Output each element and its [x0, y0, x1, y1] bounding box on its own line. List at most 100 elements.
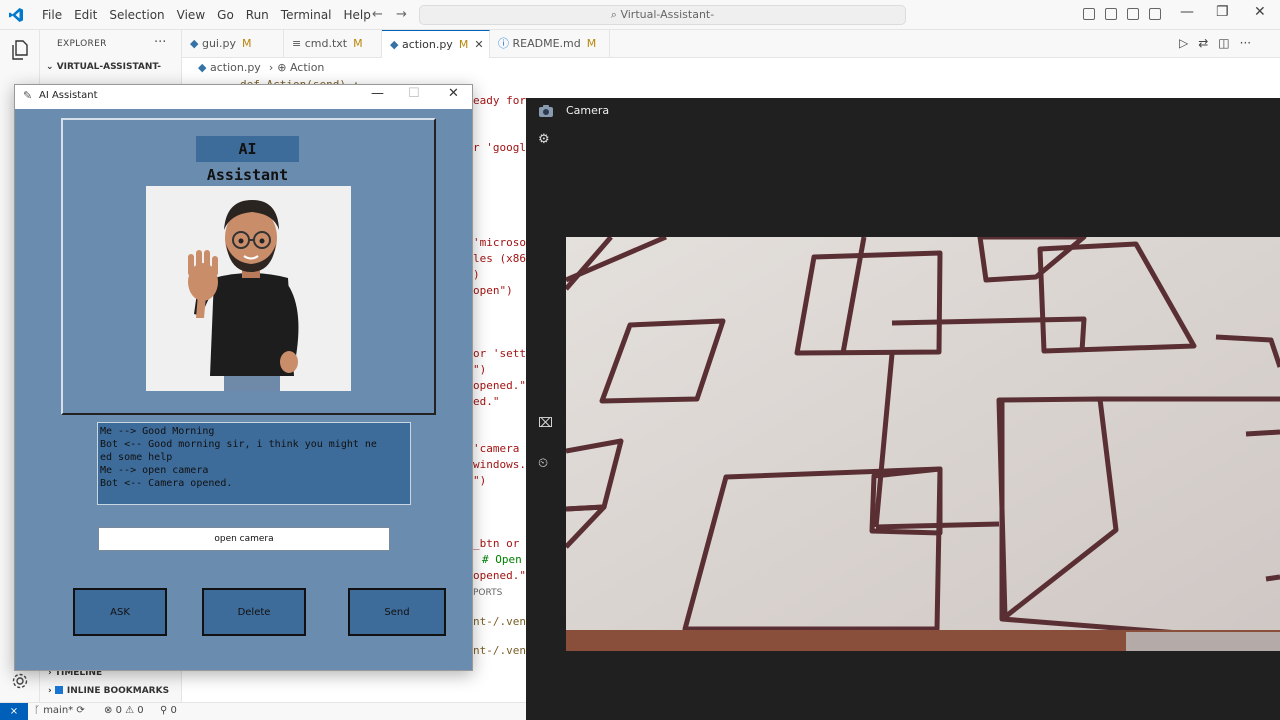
tab-gui-py[interactable]: ◆ gui.py M	[182, 30, 284, 58]
bookmarks-section[interactable]: › INLINE BOOKMARKS	[48, 686, 169, 696]
menu-help[interactable]: Help	[338, 8, 377, 22]
vscode-titlebar: File Edit Selection View Go Run Terminal…	[0, 0, 1280, 30]
breadcrumb-separator: ›	[268, 61, 274, 74]
chat-line-bot-wrap: ed some help	[100, 452, 173, 463]
breadcrumb: ◆ action.py › ⊕ Action	[182, 58, 324, 78]
layout-controls	[1083, 8, 1161, 20]
tab-readme-md[interactable]: ⓘ README.md M	[490, 30, 610, 58]
git-branch[interactable]: ᚴ main* ⟳	[34, 705, 85, 716]
compare-changes-icon[interactable]: ⇄	[1198, 36, 1208, 50]
minimize-icon[interactable]: —	[371, 86, 384, 101]
toggle-secondary-sidebar-icon[interactable]	[1127, 8, 1139, 20]
maximize-icon[interactable]: ☐	[408, 86, 420, 101]
assistant-avatar	[146, 186, 351, 391]
menu-go[interactable]: Go	[211, 8, 240, 22]
command-input[interactable]	[98, 527, 390, 551]
search-icon: ⌕	[610, 8, 621, 21]
ports-count: 0	[170, 705, 177, 716]
symbol-method-icon: ⊕	[277, 61, 290, 74]
ask-button[interactable]: ASK	[73, 588, 167, 636]
waving-avatar-image	[146, 186, 351, 391]
more-actions-icon[interactable]: ···	[154, 35, 166, 50]
menu-selection[interactable]: Selection	[103, 8, 170, 22]
code-line: eady for	[473, 94, 526, 107]
breadcrumb-file[interactable]: action.py	[210, 61, 261, 74]
modified-badge: M	[458, 38, 469, 51]
warning-count: 0	[137, 705, 144, 716]
menu-terminal[interactable]: Terminal	[275, 8, 338, 22]
modified-badge: M	[586, 37, 597, 50]
chevron-down-icon: ⌄	[46, 62, 57, 72]
warning-icon: ⚠	[125, 705, 138, 716]
chat-log[interactable]: Me --> Good Morning Bot <-- Good morning …	[97, 422, 411, 505]
close-tab-icon[interactable]: ✕	[474, 38, 483, 51]
minimize-icon[interactable]: —	[1180, 4, 1194, 20]
branch-icon: ᚴ	[34, 705, 44, 716]
ports-indicator[interactable]: ⚲ 0	[160, 705, 177, 716]
info-file-icon: ⓘ	[498, 37, 513, 50]
branch-name: main*	[43, 705, 74, 716]
ai-assistant-window: ✎ AI Assistant — ☐ ✕ AI Assistant Me -->…	[14, 84, 473, 671]
menu-view[interactable]: View	[171, 8, 211, 22]
delete-button[interactable]: Delete	[202, 588, 306, 636]
settings-gear-icon[interactable]: ⚙	[538, 132, 550, 147]
back-arrow-icon[interactable]: ←	[372, 7, 383, 22]
terminal-line: nt-/.venv	[473, 615, 533, 628]
customize-layout-icon[interactable]	[1149, 8, 1161, 20]
code-line: open")	[473, 284, 513, 297]
menu-file[interactable]: File	[36, 8, 68, 22]
more-actions-icon[interactable]: ···	[1240, 36, 1251, 50]
project-folder-label: VIRTUAL-ASSISTANT-	[56, 62, 161, 72]
problems-indicator[interactable]: ⊗ 0 ⚠ 0	[104, 705, 144, 716]
code-line: 'microsof	[473, 236, 533, 249]
bookmark-icon	[54, 686, 63, 694]
timer-off-icon[interactable]: ⏲	[538, 456, 548, 471]
feather-icon: ✎	[23, 89, 33, 102]
tab-action-py[interactable]: ◆ action.py M ✕	[382, 30, 490, 58]
error-count: 0	[115, 705, 122, 716]
code-line: les (x86)	[473, 252, 533, 265]
toggle-panel-icon[interactable]	[1105, 8, 1117, 20]
editor-actions: ▷ ⇄ ◫ ···	[1179, 36, 1251, 50]
forward-arrow-icon[interactable]: →	[396, 7, 407, 22]
menu-edit[interactable]: Edit	[68, 8, 103, 22]
panel-tab-ports[interactable]: PORTS	[473, 588, 502, 598]
code-line: ed."	[473, 395, 500, 408]
split-editor-icon[interactable]: ◫	[1218, 36, 1229, 50]
code-line: r 'google	[473, 141, 533, 154]
menu-run[interactable]: Run	[240, 8, 275, 22]
vscode-logo-icon	[9, 8, 23, 22]
run-play-icon[interactable]: ▷	[1179, 36, 1188, 50]
tab-label: action.py	[401, 38, 453, 51]
code-line: opened.")	[473, 569, 533, 582]
code-line: ")	[473, 474, 487, 487]
tab-label: README.md	[512, 37, 581, 50]
project-folder[interactable]: ⌄ VIRTUAL-ASSISTANT-	[46, 62, 161, 72]
restore-icon[interactable]: ❐	[1216, 4, 1229, 20]
send-button[interactable]: Send	[348, 588, 446, 636]
settings-gear-icon[interactable]	[11, 672, 29, 690]
modified-badge: M	[353, 37, 363, 50]
sync-icon[interactable]: ⟳	[76, 705, 84, 716]
explorer-files-icon[interactable]	[11, 40, 29, 60]
chevron-right-icon: ›	[48, 686, 55, 696]
camera-preview	[566, 237, 1280, 651]
breadcrumb-symbol[interactable]: Action	[290, 61, 324, 74]
tab-cmd-txt[interactable]: ≡ cmd.txt M	[284, 30, 382, 58]
toggle-primary-sidebar-icon[interactable]	[1083, 8, 1095, 20]
code-line: _btn or '	[473, 537, 533, 550]
code-comment: # Open	[482, 553, 522, 566]
close-icon[interactable]: ✕	[1254, 4, 1266, 20]
chat-line-bot: Bot <-- Camera opened.	[100, 478, 233, 489]
camera-feed-image	[566, 237, 1280, 651]
python-file-icon: ◆	[190, 37, 202, 50]
close-icon[interactable]: ✕	[448, 86, 459, 101]
command-center-search[interactable]: ⌕ Virtual-Assistant-	[419, 5, 906, 25]
code-line: or 'sett	[473, 347, 526, 360]
error-icon: ⊗	[104, 705, 116, 716]
python-file-icon: ◆	[198, 61, 210, 74]
remote-indicator-icon[interactable]: ⨯	[0, 703, 28, 720]
video-mode-icon[interactable]: ⌧	[538, 416, 553, 431]
camera-app-icon	[539, 105, 553, 117]
menu-bar: File Edit Selection View Go Run Terminal…	[36, 0, 377, 30]
